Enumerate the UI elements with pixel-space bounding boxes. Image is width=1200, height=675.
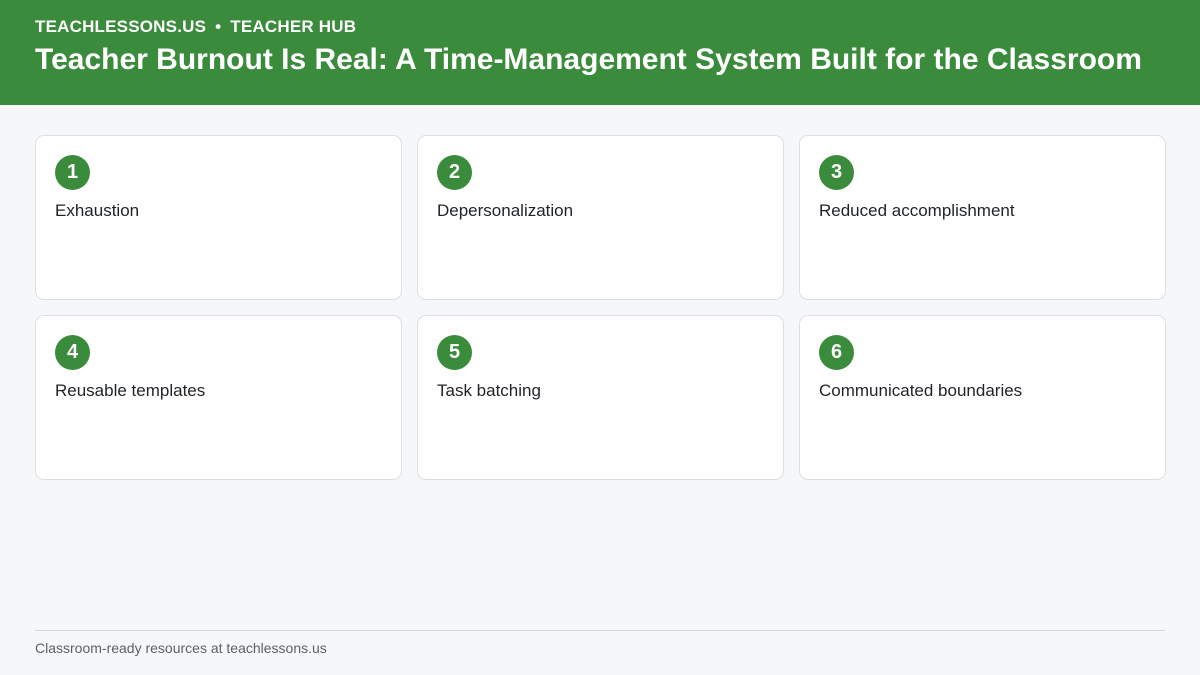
number-badge: 5 [437, 335, 472, 370]
card-label: Reduced accomplishment [819, 201, 1015, 220]
number-badge: 6 [819, 335, 854, 370]
card-label: Exhaustion [55, 201, 140, 220]
number-badge: 2 [437, 155, 472, 190]
page-title: Teacher Burnout Is Real: A Time-Manageme… [35, 43, 1142, 76]
card-label: Depersonalization [437, 201, 574, 220]
header-banner: TEACHLESSONS.US • TEACHER HUB Teacher Burn… [0, 0, 1200, 105]
section-name[interactable]: TEACHER HUB [230, 17, 356, 36]
site-kicker: TEACHLESSONS.US • TEACHER HUB [35, 17, 356, 37]
card-label: Reusable templates [55, 381, 206, 400]
card-6: 6 Communicated boundaries [799, 315, 1166, 480]
card-grid: 1 Exhaustion 2 Depersonalization 3 Reduc… [35, 135, 1166, 480]
footer-text: Classroom-ready resources at teachlesson… [35, 640, 327, 656]
kicker-separator: • [215, 17, 222, 36]
card-4: 4 Reusable templates [35, 315, 402, 480]
number-badge: 3 [819, 155, 854, 190]
card-label: Task batching [437, 381, 541, 400]
site-name[interactable]: TEACHLESSONS.US [35, 17, 206, 36]
card-5: 5 Task batching [417, 315, 784, 480]
card-1: 1 Exhaustion [35, 135, 402, 300]
number-badge: 4 [55, 335, 90, 370]
card-3: 3 Reduced accomplishment [799, 135, 1166, 300]
card-label: Communicated boundaries [819, 381, 1023, 400]
number-badge: 1 [55, 155, 90, 190]
card-2: 2 Depersonalization [417, 135, 784, 300]
footer-divider [35, 630, 1165, 631]
